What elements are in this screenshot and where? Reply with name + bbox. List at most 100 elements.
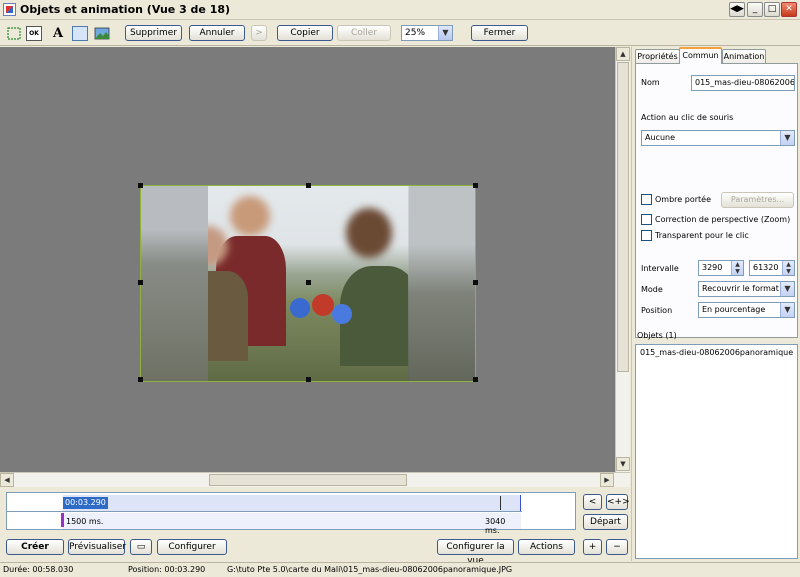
tab-animation[interactable]: Animation xyxy=(722,49,766,64)
chevron-down-icon[interactable]: ▼ xyxy=(438,26,452,40)
spinner-icon[interactable]: ▲ ▼ xyxy=(731,261,743,275)
scroll-down-icon[interactable]: ▼ xyxy=(616,457,630,471)
actions-button[interactable]: Actions xyxy=(518,539,575,555)
correction-label: Correction de perspective (Zoom) xyxy=(655,215,791,224)
rectangle-icon[interactable] xyxy=(6,26,22,41)
zoom-select[interactable]: 25% ▼ xyxy=(401,25,453,41)
resize-handle-center[interactable] xyxy=(306,280,311,285)
minimize-button[interactable]: _ xyxy=(747,2,763,17)
image-overflow-left xyxy=(141,186,208,381)
mode-select[interactable]: Recouvrir le format ▼ xyxy=(698,281,795,297)
action-label: Action au clic de souris xyxy=(641,113,734,122)
depart-button[interactable]: Départ xyxy=(583,514,628,530)
window-nav-icon[interactable]: ◀▶ xyxy=(729,2,745,17)
text-icon[interactable]: A xyxy=(50,26,66,41)
coller-button[interactable]: Coller xyxy=(337,25,391,41)
nom-label: Nom xyxy=(641,78,660,87)
image-overflow-right xyxy=(408,186,475,381)
close-button[interactable]: ✕ xyxy=(781,2,797,17)
scroll-up-icon[interactable]: ▲ xyxy=(616,47,630,61)
nom-input[interactable]: 015_mas-dieu-08062006pa xyxy=(691,75,795,91)
chevron-down-icon[interactable]: ▼ xyxy=(780,131,794,145)
parametres-button[interactable]: Paramètres... xyxy=(721,192,794,208)
intervalle-start-value: 3290 xyxy=(702,263,723,272)
app-icon xyxy=(3,3,16,16)
intervalle-label: Intervalle xyxy=(641,264,679,273)
list-item[interactable]: 015_mas-dieu-08062006panoramique xyxy=(640,348,793,357)
timeline-track[interactable]: 00:03.290 1500 ms. 3040 ms. xyxy=(7,493,522,535)
transparent-checkbox[interactable] xyxy=(641,230,652,241)
resize-handle-bottom-right[interactable] xyxy=(473,377,478,382)
duree-status: Durée: 00:58.030 xyxy=(3,565,74,574)
mode-label: Mode xyxy=(641,285,663,294)
timeline-forward-button[interactable]: <+> xyxy=(606,494,630,510)
resize-handle-bottom-left[interactable] xyxy=(138,377,143,382)
annuler-button[interactable]: Annuler xyxy=(189,25,245,41)
timeline-range xyxy=(63,513,521,529)
position-status: Position: 00:03.290 xyxy=(128,565,206,574)
position-label: Position xyxy=(641,306,673,315)
tab-commun[interactable]: Commun xyxy=(679,47,722,64)
intervalle-start-input[interactable]: 3290 ▲ ▼ xyxy=(698,260,744,276)
timeline-marker[interactable] xyxy=(500,496,501,510)
button-object-icon[interactable]: OK xyxy=(26,26,42,41)
ombre-label: Ombre portée xyxy=(655,195,711,204)
action-select[interactable]: Aucune ▼ xyxy=(641,130,795,146)
timeline[interactable]: 00:03.290 1500 ms. 3040 ms. xyxy=(6,492,576,535)
properties-panel: Propriétés Commun Animation Nom 015_mas-… xyxy=(631,47,800,561)
timeline-back-button[interactable]: < xyxy=(583,494,602,510)
vertical-scrollbar[interactable]: ▲ ▼ xyxy=(615,47,630,472)
selected-image-object[interactable] xyxy=(138,183,478,382)
position-select[interactable]: En pourcentage ▼ xyxy=(698,302,795,318)
chevron-down-icon[interactable]: ▼ xyxy=(780,303,794,317)
intervalle-end-input[interactable]: 61320 ▲ ▼ xyxy=(749,260,795,276)
resize-handle-top-left[interactable] xyxy=(138,183,143,188)
chevron-down-icon[interactable]: ▼ xyxy=(780,282,794,296)
end-ms-label: 3040 ms. xyxy=(485,517,506,535)
toolbar: OK A Supprimer Annuler > Copier Coller 2… xyxy=(0,21,800,46)
add-button[interactable]: + xyxy=(583,539,602,555)
status-bar: Durée: 00:58.030 Position: 00:03.290 G:\… xyxy=(0,562,800,577)
remove-button[interactable]: − xyxy=(606,539,628,555)
maximize-button[interactable]: □ xyxy=(764,2,780,17)
resize-handle-bottom[interactable] xyxy=(306,377,311,382)
correction-checkbox[interactable] xyxy=(641,214,652,225)
timeline-start-marker[interactable] xyxy=(61,513,64,527)
redo-button[interactable]: > xyxy=(251,25,267,41)
screen-icon[interactable]: ▭ xyxy=(130,539,152,555)
objets-list[interactable]: 015_mas-dieu-08062006panoramique xyxy=(635,344,798,559)
start-ms-label: 1500 ms. xyxy=(66,517,104,526)
resize-handle-left[interactable] xyxy=(138,280,143,285)
supprimer-button[interactable]: Supprimer xyxy=(125,25,182,41)
ombre-checkbox[interactable] xyxy=(641,194,652,205)
copier-button[interactable]: Copier xyxy=(277,25,333,41)
vertical-scroll-thumb[interactable] xyxy=(617,62,629,372)
scroll-left-icon[interactable]: ◀ xyxy=(0,473,14,487)
fermer-button[interactable]: Fermer xyxy=(471,25,528,41)
timeline-selection xyxy=(63,495,521,511)
horizontal-scroll-thumb[interactable] xyxy=(209,474,407,486)
configurer-button[interactable]: Configurer xyxy=(157,539,227,555)
creer-button[interactable]: Créer xyxy=(6,539,64,555)
spinner-icon[interactable]: ▲ ▼ xyxy=(782,261,794,275)
intervalle-end-value: 61320 xyxy=(753,263,779,272)
frame-icon[interactable] xyxy=(72,26,88,41)
objets-header: Objets (1) xyxy=(637,331,677,340)
file-path-status: G:\tuto Pte 5.0\carte du Mali\015_mas-di… xyxy=(227,565,513,574)
transparent-label: Transparent pour le clic xyxy=(655,231,749,240)
tab-proprietes[interactable]: Propriétés xyxy=(635,49,680,64)
commun-tab-content: Nom 015_mas-dieu-08062006pa Action au cl… xyxy=(635,63,798,338)
resize-handle-top-right[interactable] xyxy=(473,183,478,188)
configurer-vue-button[interactable]: Configurer la vue xyxy=(437,539,514,566)
action-value: Aucune xyxy=(645,133,676,142)
current-time-label: 00:03.290 xyxy=(63,497,108,509)
mode-value: Recouvrir le format xyxy=(702,284,779,293)
scroll-right-icon[interactable]: ▶ xyxy=(600,473,614,487)
previsualiser-button[interactable]: Prévisualiser xyxy=(68,539,126,555)
resize-handle-top[interactable] xyxy=(306,183,311,188)
resize-handle-right[interactable] xyxy=(473,280,478,285)
slide-canvas[interactable] xyxy=(0,47,615,472)
image-icon[interactable] xyxy=(94,26,110,41)
horizontal-scrollbar[interactable]: ◀ ▶ xyxy=(0,472,630,487)
title-bar: Objets et animation (Vue 3 de 18) ◀▶ _ □… xyxy=(0,0,800,20)
